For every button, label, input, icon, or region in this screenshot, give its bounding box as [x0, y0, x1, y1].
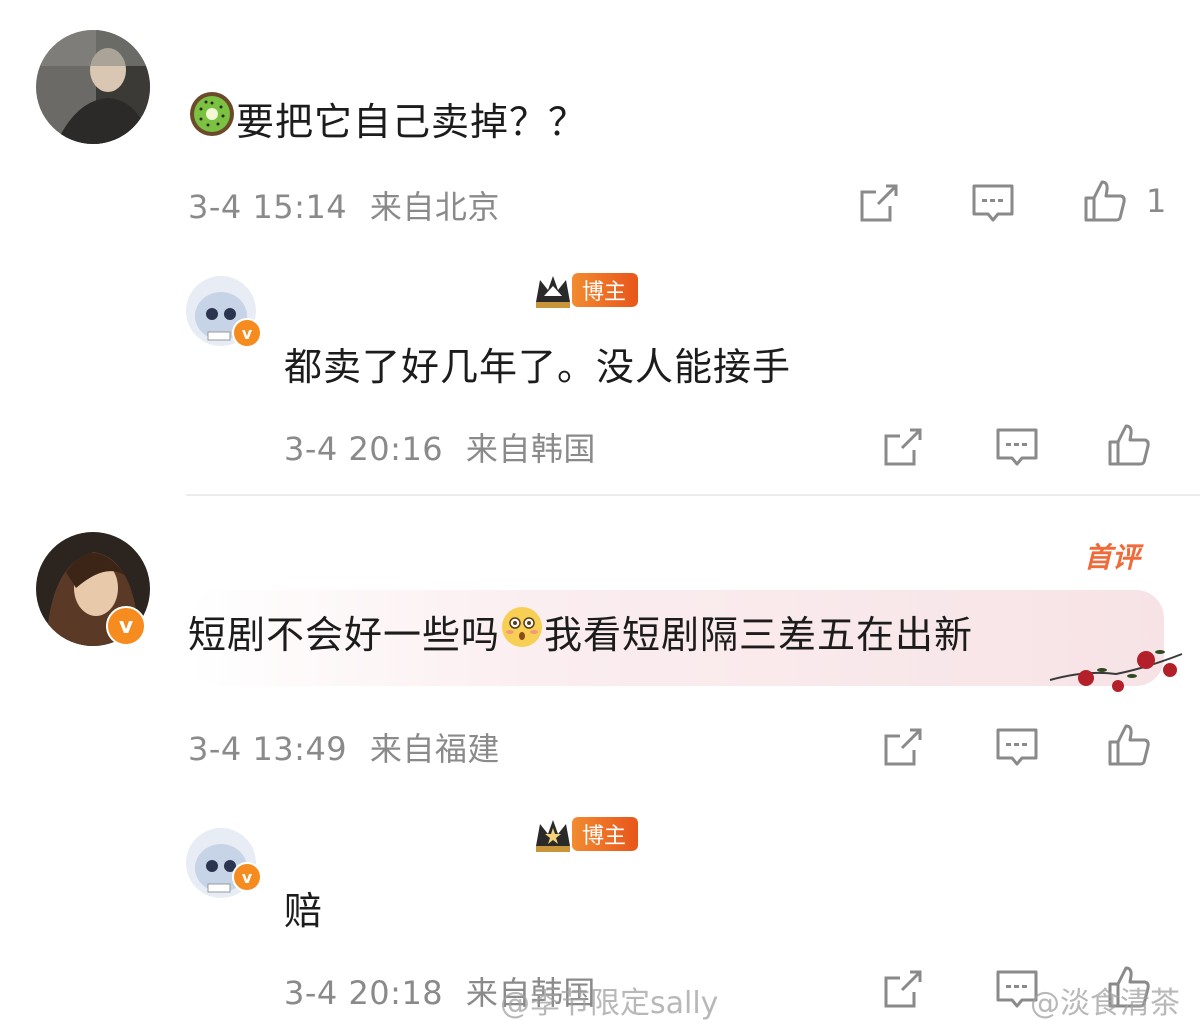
comment-icon[interactable] — [994, 424, 1040, 470]
blogger-badge: 博主 — [534, 814, 639, 854]
verified-icon: v — [232, 318, 262, 348]
comment-time: 3-4 15:14 — [188, 188, 348, 226]
verified-icon: v — [106, 606, 146, 646]
like-icon[interactable] — [1106, 422, 1152, 468]
share-icon[interactable] — [880, 424, 926, 470]
like-count: 1 — [1146, 182, 1167, 220]
flushed-emoji — [500, 605, 544, 658]
crown-icon — [534, 814, 572, 854]
comment-meta: 3-4 13:49 来自福建 — [188, 724, 500, 770]
blogger-badge-label: 博主 — [572, 273, 639, 307]
comment-text: 要把它自己卖掉？？ — [188, 90, 587, 147]
rose-decoration-icon — [1046, 640, 1186, 700]
comment-icon[interactable] — [970, 180, 1016, 226]
comment-location: 来自福建 — [369, 730, 500, 768]
first-comment-tag: 首评 — [1084, 541, 1141, 574]
like-icon[interactable] — [1106, 722, 1152, 768]
reply-meta: 3-4 20:16 来自韩国 — [284, 424, 596, 470]
watermark-right: @淡食清茶 — [1030, 986, 1180, 1021]
verified-icon: v — [232, 862, 262, 892]
kiwi-emoji — [188, 90, 236, 147]
share-icon[interactable] — [856, 180, 902, 226]
share-icon[interactable] — [880, 966, 926, 1012]
blogger-badge-label: 博主 — [572, 817, 639, 851]
comment-location: 来自北京 — [369, 188, 500, 226]
reply-text: 赔 — [284, 889, 324, 933]
comment-time: 3-4 13:49 — [188, 730, 348, 768]
divider — [186, 494, 1200, 496]
reply-text: 都卖了好几年了。没人能接手 — [284, 345, 792, 389]
blogger-badge: 博主 — [534, 270, 639, 310]
comment-text: 短剧不会好一些吗 我看短剧隔三差五在出新 — [188, 604, 973, 659]
comment-icon[interactable] — [994, 724, 1040, 770]
reply-time: 3-4 20:18 — [284, 974, 444, 1012]
share-icon[interactable] — [880, 724, 926, 770]
reply-time: 3-4 20:16 — [284, 430, 444, 468]
watermark-left: @季节限定sally — [500, 986, 719, 1021]
comment-avatar[interactable] — [36, 30, 150, 144]
comment-meta: 3-4 15:14 来自北京 — [188, 182, 500, 228]
crown-icon — [534, 270, 572, 310]
reply-location: 来自韩国 — [465, 430, 596, 468]
like-icon[interactable] — [1082, 178, 1128, 224]
